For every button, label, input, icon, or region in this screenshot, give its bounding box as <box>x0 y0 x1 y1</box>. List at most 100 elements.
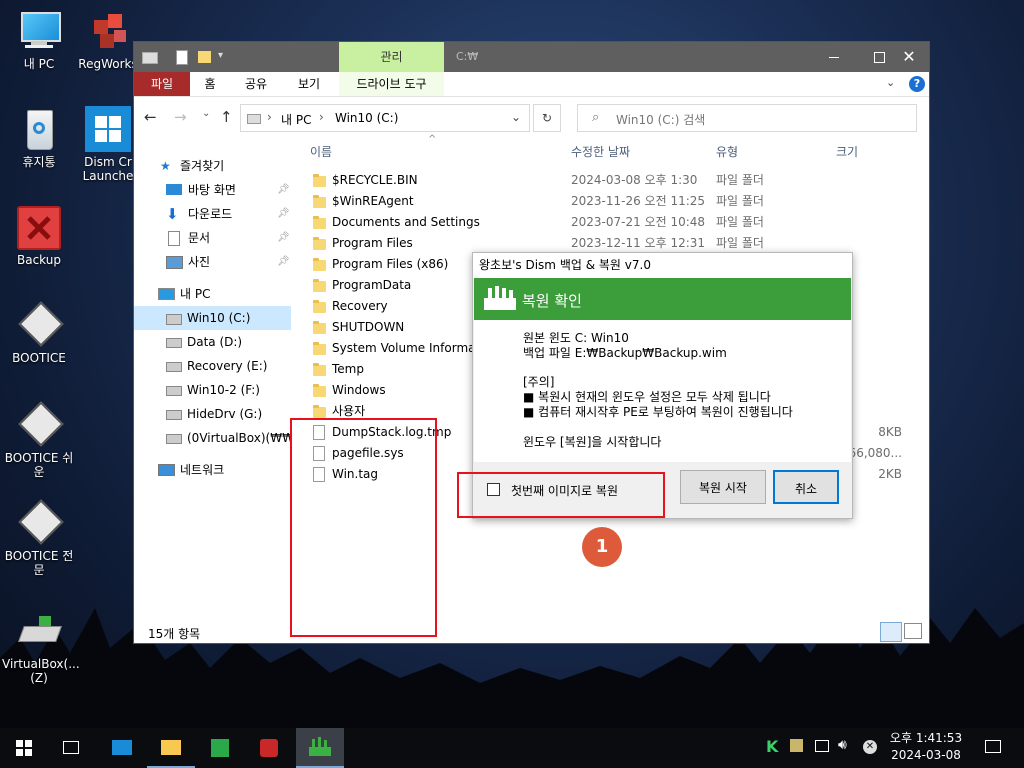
pin-icon: 📌︎ <box>277 232 290 243</box>
chevron-down-icon[interactable]: ⌄ <box>511 110 521 124</box>
file-row[interactable]: Documents and Settings 2023-07-21 오전 10:4… <box>294 212 929 233</box>
tray-box-icon[interactable] <box>790 739 803 752</box>
cancel-button[interactable]: 취소 <box>773 470 839 504</box>
notifications-button[interactable] <box>975 728 1015 768</box>
task-view-icon <box>63 741 79 754</box>
warning-title: [주의] <box>523 375 555 389</box>
search-input[interactable]: ⌕ Win10 (C:) 검색 <box>577 104 917 132</box>
folder-icon <box>313 300 326 313</box>
desktop-icon-label: 내 PC <box>23 57 55 71</box>
nav-this-pc[interactable]: 내 PC <box>134 282 291 306</box>
address-bar[interactable]: › 내 PC › Win10 (C:) ⌄ <box>240 104 530 132</box>
nav-pictures[interactable]: 사진 📌︎ <box>134 250 291 274</box>
taskbar-app-explorer[interactable] <box>147 728 195 768</box>
tray-volume-icon[interactable]: 🔊︎ <box>838 737 847 753</box>
folder-icon <box>313 321 326 334</box>
nav-drive-g[interactable]: HideDrv (G:) <box>134 402 291 426</box>
start-button[interactable] <box>0 728 48 768</box>
up-button[interactable]: ↑ <box>220 108 233 126</box>
nav-label: (0VirtualBox)(₩₩VB <box>187 431 291 445</box>
nav-network[interactable]: 네트워크 <box>134 458 291 482</box>
close-button[interactable]: ✕ <box>889 42 929 72</box>
file-modified: 2024-03-08 오후 1:30 <box>571 173 698 187</box>
desktop-icon-label: VirtualBox(... (Z) <box>2 657 80 685</box>
nav-documents[interactable]: 문서 📌︎ <box>134 226 291 250</box>
help-icon[interactable]: ? <box>909 76 925 92</box>
nav-drive-f[interactable]: Win10-2 (F:) <box>134 378 291 402</box>
bootice-icon <box>17 401 64 448</box>
file-name: Temp <box>332 362 364 376</box>
chevron-down-icon[interactable]: ▾ <box>218 50 223 61</box>
notification-icon <box>985 740 1001 753</box>
windows-drive-icon <box>166 314 182 325</box>
dialog-title: 왕초보's Dism 백업 & 복원 v7.0 <box>473 253 852 278</box>
tray-close-circle-icon[interactable]: ✕ <box>863 740 877 754</box>
nav-quick-access[interactable]: ★ 즐겨찾기 <box>134 154 291 178</box>
column-header-name[interactable]: 이름 <box>310 140 332 164</box>
refresh-button[interactable]: ↻ <box>533 104 561 132</box>
nav-drive-e[interactable]: Recovery (E:) <box>134 354 291 378</box>
monitor-icon <box>112 740 132 755</box>
details-view-button[interactable] <box>880 622 902 642</box>
nav-drive-c[interactable]: Win10 (C:) <box>134 306 291 330</box>
minimize-button[interactable] <box>814 42 854 72</box>
tab-file[interactable]: 파일 <box>134 72 190 96</box>
step-number-badge: 1 <box>582 527 622 567</box>
tray-network-icon[interactable] <box>815 740 829 752</box>
desktop-icon-mypc[interactable]: 내 PC <box>2 10 76 71</box>
taskbar-app-dism[interactable] <box>296 728 344 768</box>
properties-icon[interactable] <box>176 50 188 65</box>
task-view-button[interactable] <box>48 728 96 768</box>
file-name: Program Files <box>332 236 413 250</box>
file-type: 파일 폴더 <box>716 173 764 187</box>
breadcrumb-drive[interactable]: Win10 (C:) <box>335 111 398 125</box>
arrow-right-icon: → <box>174 108 187 126</box>
network-drive-icon <box>166 434 182 444</box>
tab-view[interactable]: 보기 <box>284 72 334 96</box>
search-icon: ⌕ <box>592 110 600 125</box>
clock[interactable]: 오후 1:41:53 2024-03-08 <box>886 730 966 764</box>
large-icons-view-button[interactable] <box>904 623 922 639</box>
column-header-type[interactable]: 유형 <box>716 140 738 164</box>
breadcrumb-separator-icon: › <box>319 110 324 124</box>
forward-button[interactable]: → <box>174 108 187 126</box>
desktop-icon-backup[interactable]: Backup <box>2 206 76 267</box>
column-header-modified[interactable]: 수정한 날짜 <box>571 140 630 164</box>
close-icon: ✕ <box>902 47 916 66</box>
nav-desktop[interactable]: 바탕 화면 📌︎ <box>134 178 291 202</box>
nav-downloads[interactable]: ⬇ 다운로드 📌︎ <box>134 202 291 226</box>
breadcrumb-mypc[interactable]: 내 PC <box>281 111 311 128</box>
dialog-body: 원본 윈도 C: Win10 백업 파일 E:₩Backup₩Backup.wi… <box>474 320 851 462</box>
column-header-size[interactable]: 크기 <box>836 140 858 164</box>
file-row[interactable]: $WinREAgent 2023-11-26 오전 11:25 파일 폴더 <box>294 191 929 212</box>
new-folder-icon[interactable] <box>198 51 211 63</box>
desktop-icon-bootice-easy[interactable]: BOOTICE 쉬운 <box>2 401 76 479</box>
nav-label: 네트워크 <box>180 463 225 477</box>
taskbar-app-green[interactable] <box>197 728 245 768</box>
nav-drive-d[interactable]: Data (D:) <box>134 330 291 354</box>
tab-share[interactable]: 공유 <box>234 72 278 96</box>
warning-line-1: ■ 복원시 현재의 윈도우 설정은 모두 삭제 됩니다 <box>523 390 771 404</box>
desktop-icon-bootice-pro[interactable]: BOOTICE 전문 <box>2 499 76 577</box>
title-bar: ▾ 관리 C:₩ ✕ <box>134 42 929 72</box>
tab-home[interactable]: 홈 <box>190 72 230 96</box>
quick-access-toolbar[interactable]: ▾ <box>174 50 234 65</box>
ribbon-expand-chevron-icon[interactable]: ⌄ <box>886 76 895 89</box>
desktop-icon-recycle-bin[interactable]: 휴지통 <box>2 108 76 169</box>
start-restore-button[interactable]: 복원 시작 <box>680 470 766 504</box>
desktop-icon-virtualbox[interactable]: VirtualBox(... (Z) <box>2 610 80 685</box>
desktop-icon-dism-launcher[interactable]: Dism Cr Launche <box>78 106 138 188</box>
drive-icon <box>166 410 182 420</box>
recent-locations-button[interactable]: ⌄ <box>202 108 210 119</box>
taskbar-app-red[interactable] <box>246 728 294 768</box>
tray-k-icon[interactable]: K <box>766 737 778 756</box>
tab-drive-tools[interactable]: 드라이브 도구 <box>339 72 444 96</box>
nav-network-drive[interactable]: (0VirtualBox)(₩₩VB <box>134 426 291 450</box>
back-button[interactable]: ← <box>144 108 157 126</box>
desktop-icon-bootice[interactable]: BOOTICE <box>2 301 76 365</box>
bootice-icon <box>17 301 64 348</box>
file-row[interactable]: Program Files 2023-12-11 오후 12:31 파일 폴더 <box>294 233 929 254</box>
taskbar-app-monitor[interactable] <box>98 728 146 768</box>
file-row[interactable]: $RECYCLE.BIN 2024-03-08 오후 1:30 파일 폴더 <box>294 170 929 191</box>
windows-logo-icon <box>16 740 32 756</box>
